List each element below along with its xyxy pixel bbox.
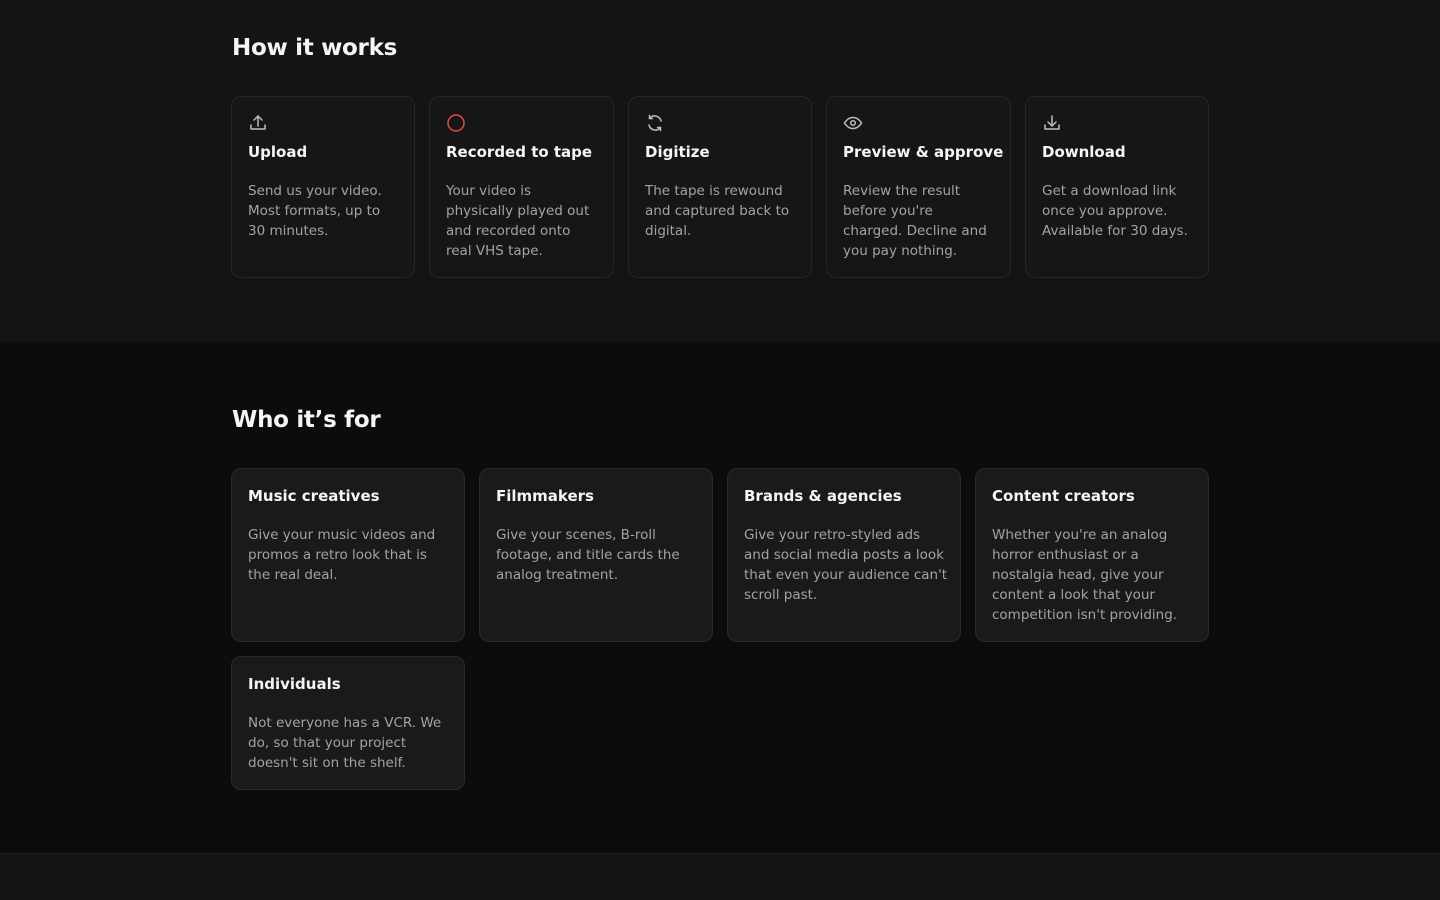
step-card-digitize: Digitize The tape is rewound and capture… (628, 96, 812, 278)
step-description: The tape is rewound and captured back to… (645, 183, 790, 239)
step-description: Your video is physically played out and … (446, 183, 590, 259)
audience-title: Individuals (248, 675, 341, 693)
audience-description: Give your scenes, B-roll footage, and ti… (496, 527, 680, 583)
step-description: Review the result before you're charged.… (843, 183, 987, 259)
audience-title: Brands & agencies (744, 487, 902, 505)
refresh-icon (645, 113, 665, 133)
record-circle-icon (446, 113, 466, 133)
audience-card-brands-agencies: Brands & agencies Give your retro-styled… (727, 468, 961, 642)
step-card-recorded-to-tape: Recorded to tape Your video is physicall… (429, 96, 614, 278)
eye-icon (843, 113, 863, 133)
footer-section (0, 853, 1440, 900)
who-its-for-heading: Who it’s for (232, 407, 381, 433)
step-card-preview-approve: Preview & approve Review the result befo… (826, 96, 1011, 278)
audience-description: Give your music videos and promos a retr… (248, 527, 436, 583)
download-icon (1042, 113, 1062, 133)
step-card-download: Download Get a download link once you ap… (1025, 96, 1209, 278)
audience-card-individuals: Individuals Not everyone has a VCR. We d… (231, 656, 465, 790)
audience-card-filmmakers: Filmmakers Give your scenes, B-roll foot… (479, 468, 713, 642)
how-it-works-heading: How it works (232, 35, 397, 61)
audience-card-music-creatives: Music creatives Give your music videos a… (231, 468, 465, 642)
audience-title: Content creators (992, 487, 1135, 505)
step-title: Download (1042, 143, 1126, 161)
how-it-works-section: How it works Upload Send us your video. … (0, 0, 1440, 342)
audience-description: Give your retro-styled ads and social me… (744, 527, 948, 603)
audience-title: Filmmakers (496, 487, 594, 505)
audience-description: Not everyone has a VCR. We do, so that y… (248, 715, 442, 771)
upload-icon (248, 113, 268, 133)
audience-title: Music creatives (248, 487, 380, 505)
step-card-upload: Upload Send us your video. Most formats,… (231, 96, 415, 278)
step-title: Upload (248, 143, 308, 161)
step-title: Preview & approve (843, 143, 1004, 161)
step-title: Recorded to tape (446, 143, 593, 161)
audience-card-content-creators: Content creators Whether you're an analo… (975, 468, 1209, 642)
step-description: Get a download link once you approve. Av… (1042, 183, 1188, 239)
step-title: Digitize (645, 143, 710, 161)
step-description: Send us your video. Most formats, up to … (248, 183, 382, 239)
audience-description: Whether you're an analog horror enthusia… (992, 527, 1178, 623)
who-its-for-section: Who it’s for Music creatives Give your m… (0, 342, 1440, 854)
